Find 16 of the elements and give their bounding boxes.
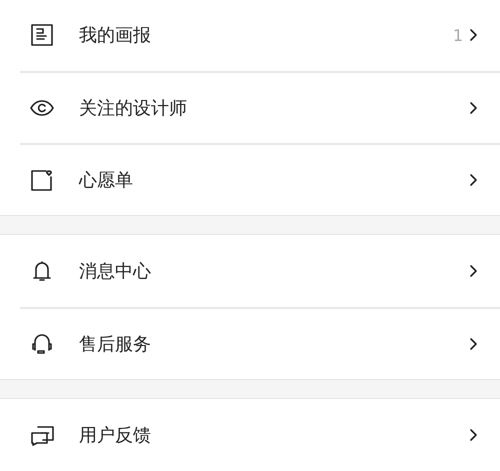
chevron-icon	[469, 264, 478, 278]
menu-item-label[interactable]: 消息中心	[79, 259, 469, 283]
count-label: 1	[452, 26, 463, 44]
menu-item-label[interactable]: 心愿单	[79, 168, 469, 192]
chevron-icon	[469, 173, 478, 187]
menu-item-label[interactable]: 用户反馈	[79, 423, 469, 447]
menu-item-label[interactable]: 售后服务	[79, 332, 469, 356]
heart-note-icon	[29, 167, 55, 193]
chevron-icon	[469, 101, 478, 115]
chevron-icon	[469, 428, 478, 442]
chevron-icon	[469, 28, 478, 42]
menu-item-label[interactable]: 关注的设计师	[79, 96, 469, 120]
headset-icon	[29, 331, 55, 357]
poster-icon	[29, 22, 55, 48]
chevron-icon	[469, 337, 478, 351]
menu-item-label[interactable]: 我的画报	[79, 23, 453, 47]
